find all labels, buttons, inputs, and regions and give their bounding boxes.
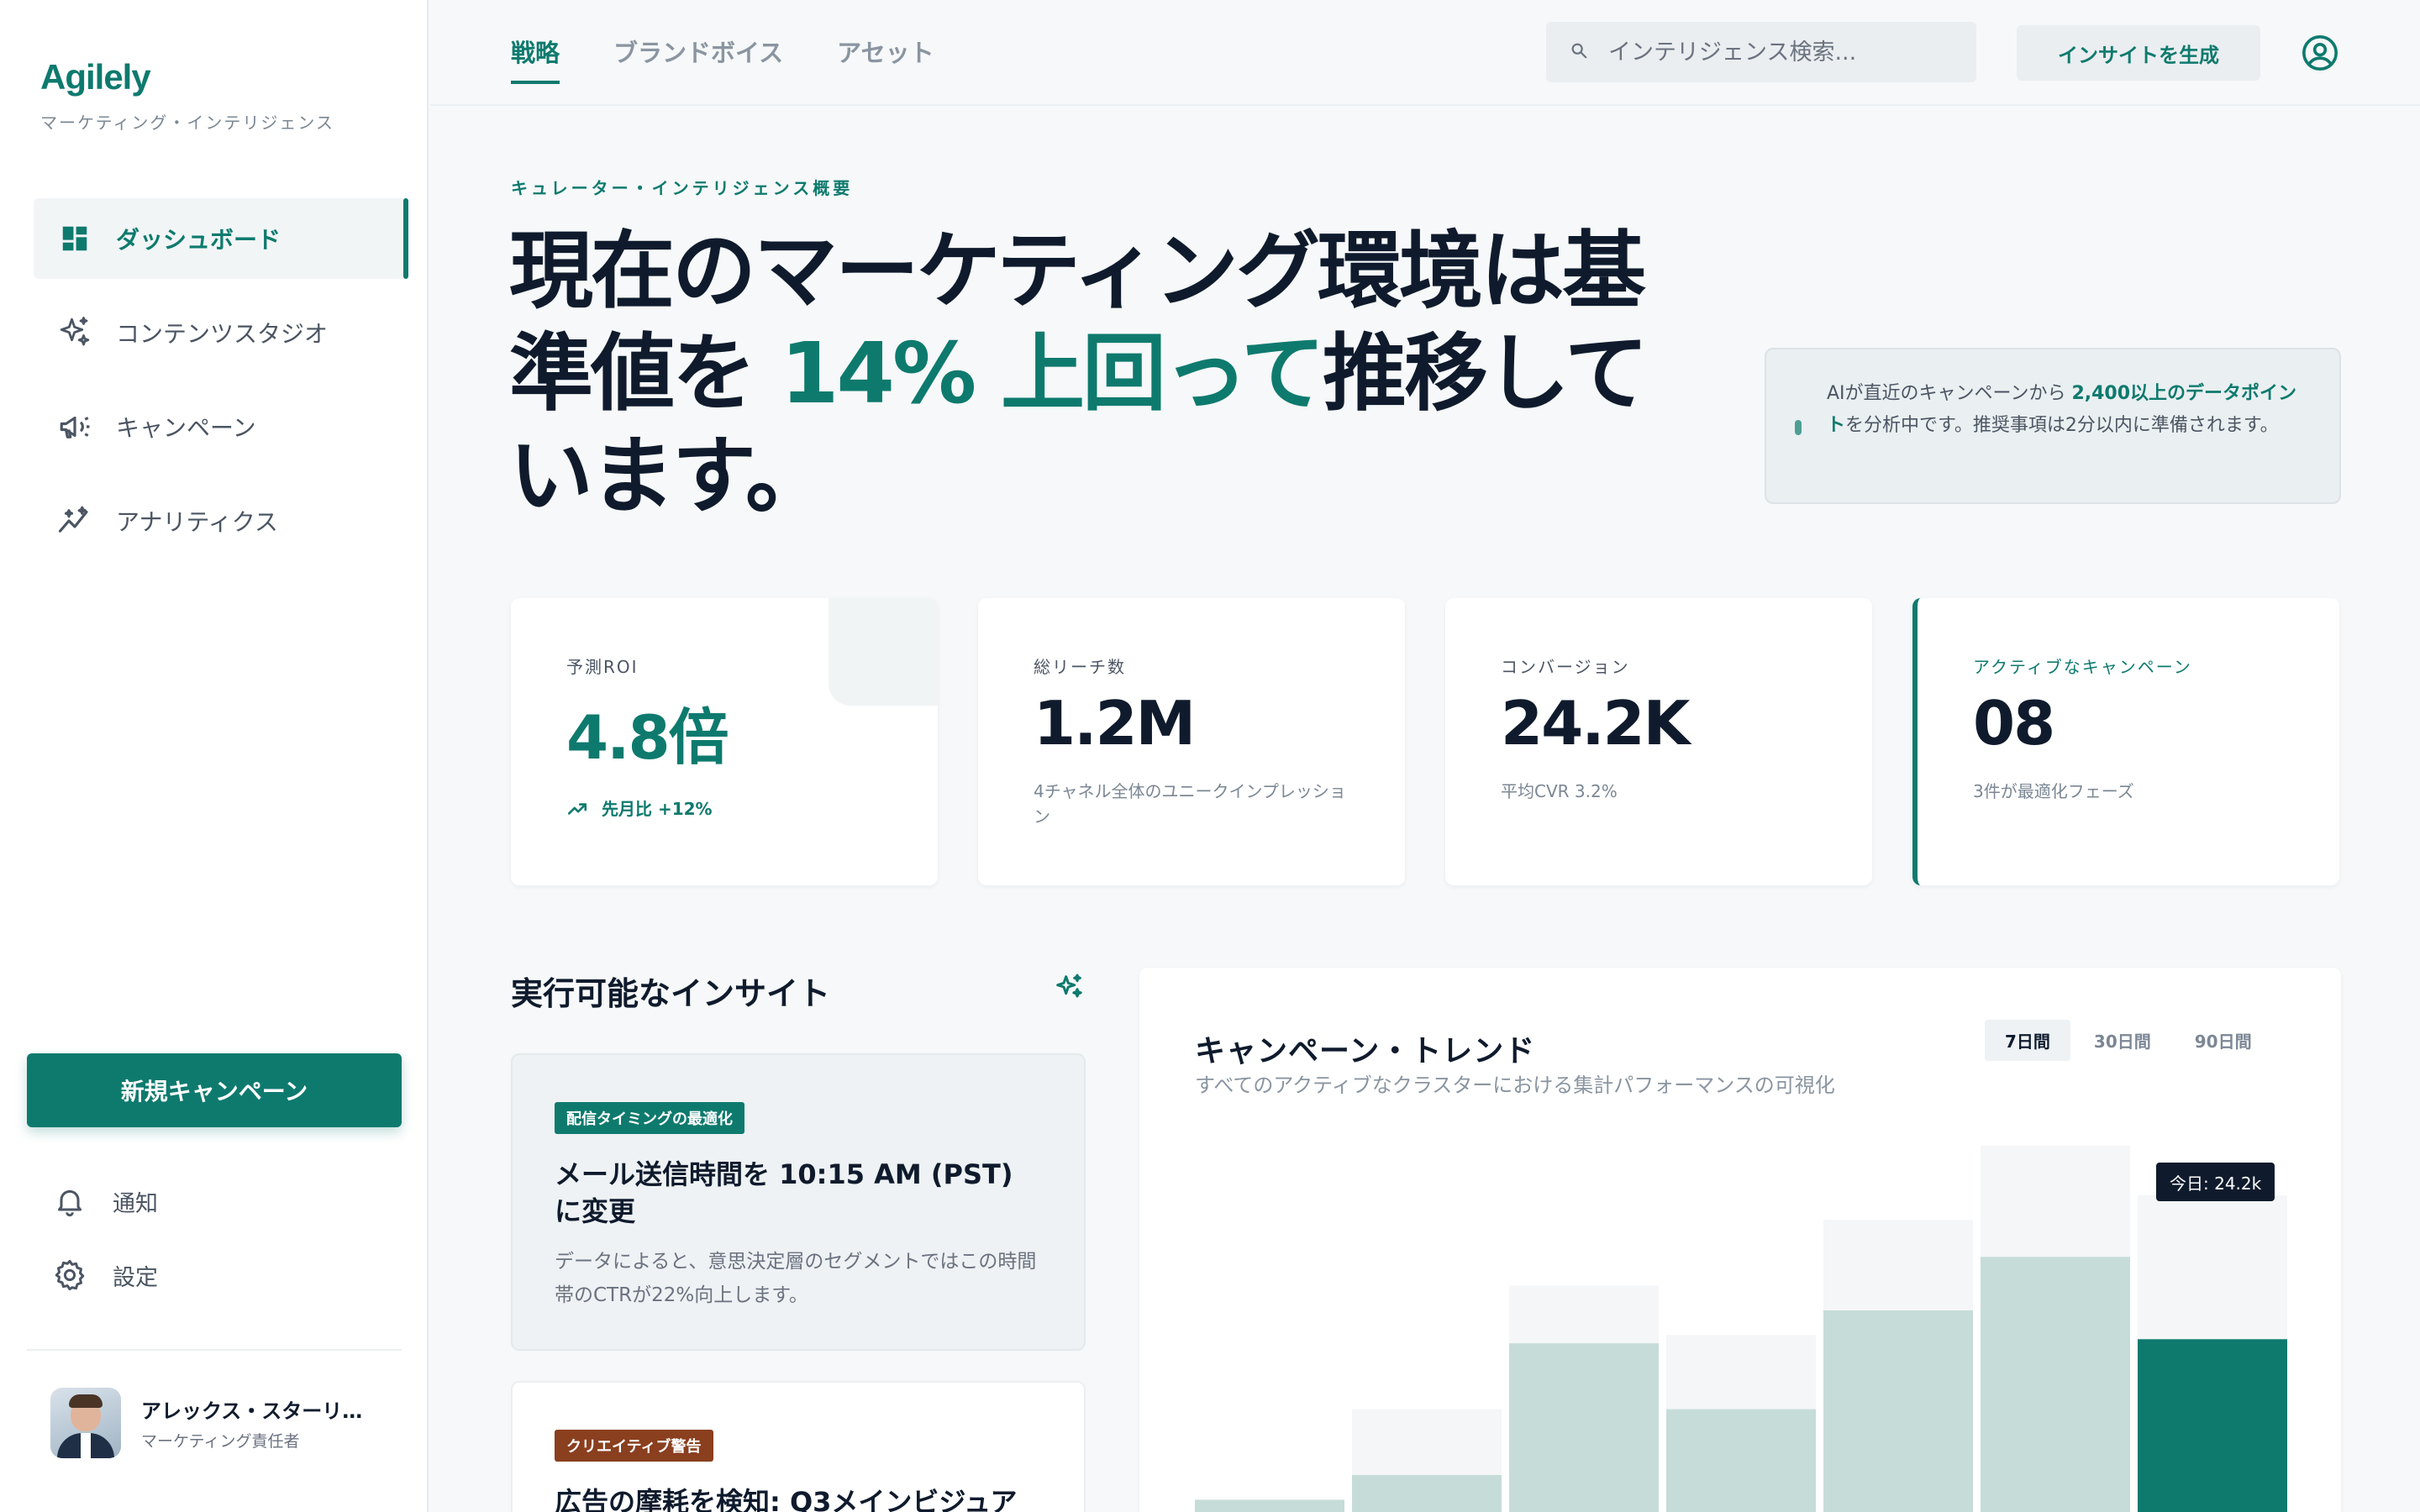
settings-label: 設定 bbox=[113, 1264, 158, 1291]
bell-icon bbox=[50, 1184, 89, 1218]
stat-note: 4チャネル全体のユニークインプレッション bbox=[1034, 781, 1346, 827]
insight-title: メール送信時間を 10:15 AM (PST) に変更 bbox=[555, 1158, 1013, 1227]
gear-icon bbox=[50, 1257, 89, 1293]
trend-bar-chart bbox=[1195, 1146, 2287, 1512]
tab-assets[interactable]: アセット bbox=[837, 34, 934, 84]
insight-card-timing[interactable]: 配信タイミングの最適化 メール送信時間を 10:15 AM (PST) に変更 … bbox=[511, 1053, 1086, 1351]
stat-card-roi[interactable]: 予測ROI 4.8倍 先月比 +12% bbox=[511, 598, 938, 885]
stat-card-conversions[interactable]: コンバージョン 24.2K 平均CVR 3.2% bbox=[1445, 598, 1872, 885]
notifications-link[interactable]: 通知 bbox=[50, 1176, 387, 1226]
profile-role: マーケティング責任者 bbox=[141, 1432, 300, 1451]
generate-insights-button[interactable]: インサイトを生成 bbox=[2017, 25, 2260, 81]
sidebar-item-dashboard[interactable]: ダッシュボード bbox=[34, 198, 408, 279]
sparkles-icon[interactable] bbox=[1052, 971, 1086, 1008]
chart-bar[interactable] bbox=[1666, 1409, 1816, 1512]
stat-label: アクティブなキャンペーン bbox=[1973, 657, 2192, 677]
tab-brand-voice[interactable]: ブランドボイス bbox=[613, 34, 783, 84]
stat-note-text: 先月比 +12% bbox=[602, 799, 713, 819]
chart-bar[interactable] bbox=[1195, 1499, 1344, 1512]
search-input[interactable] bbox=[1608, 39, 1961, 66]
stat-value: 4.8倍 bbox=[566, 702, 729, 773]
stat-card-reach[interactable]: 総リーチ数 1.2M 4チャネル全体のユニークインプレッション bbox=[978, 598, 1405, 885]
user-profile[interactable]: アレックス・スターリング マーケティング責任者 bbox=[50, 1388, 368, 1458]
ai-notice-text: AIが直近のキャンペーンから bbox=[1827, 383, 2066, 404]
stat-label: コンバージョン bbox=[1501, 657, 1630, 677]
overview-eyebrow: キュレーター・インテリジェンス概要 bbox=[511, 178, 854, 198]
profile-name: アレックス・スターリング bbox=[141, 1399, 368, 1423]
search-icon bbox=[1570, 41, 1588, 63]
dashboard-icon bbox=[55, 219, 94, 258]
chart-title: キャンペーン・トレンド bbox=[1195, 1034, 1536, 1068]
trending-up-icon bbox=[566, 798, 588, 820]
sidebar-item-content-studio[interactable]: コンテンツスタジオ bbox=[34, 292, 408, 373]
stat-label: 総リーチ数 bbox=[1034, 657, 1126, 677]
time-range-selector: 7日間 30日間 90日間 bbox=[1985, 1020, 2275, 1061]
chart-subtitle: すべてのアクティブなクラスターにおける集計パフォーマンスの可視化 bbox=[1195, 1074, 1835, 1097]
status-indicator bbox=[1795, 420, 1802, 435]
avatar bbox=[50, 1388, 121, 1458]
sidebar-item-campaigns[interactable]: キャンペーン bbox=[34, 386, 408, 467]
search-box[interactable] bbox=[1546, 22, 1976, 82]
insight-tag: 配信タイミングの最適化 bbox=[555, 1102, 744, 1134]
stat-note: 3件が最適化フェーズ bbox=[1973, 781, 2134, 801]
chart-tooltip: 今日: 24.2k bbox=[2156, 1163, 2275, 1201]
stat-card-active-campaigns[interactable]: アクティブなキャンペーン 08 3件が最適化フェーズ bbox=[1912, 598, 2339, 885]
sidebar-item-label: コンテンツスタジオ bbox=[116, 320, 329, 348]
top-tabs: 戦略 ブランドボイス アセット bbox=[511, 34, 988, 84]
sidebar-item-label: アナリティクス bbox=[116, 508, 278, 536]
stat-value: 24.2K bbox=[1501, 688, 1690, 759]
stat-note: 平均CVR 3.2% bbox=[1501, 781, 1618, 801]
sidebar-divider bbox=[27, 1349, 402, 1351]
stat-note: 先月比 +12% bbox=[566, 796, 882, 822]
analytics-icon bbox=[55, 501, 94, 540]
brand-subtitle: マーケティング・インテリジェンス bbox=[40, 113, 334, 133]
chart-bar-today[interactable] bbox=[2138, 1339, 2287, 1512]
ai-analysis-notice: AIが直近のキャンペーンから 2,400以上のデータポイントを分析中です。推奨事… bbox=[1765, 348, 2341, 504]
chart-bar[interactable] bbox=[1981, 1257, 2130, 1512]
new-campaign-button[interactable]: 新規キャンペーン bbox=[27, 1053, 402, 1127]
stat-value: 08 bbox=[1973, 688, 2055, 759]
insight-tag: クリエイティブ警告 bbox=[555, 1430, 713, 1462]
notifications-label: 通知 bbox=[113, 1190, 158, 1217]
campaign-trend-panel: キャンペーン・トレンド すべてのアクティブなクラスターにおける集計パフォーマンス… bbox=[1139, 968, 2341, 1512]
chart-bar[interactable] bbox=[1823, 1310, 1973, 1512]
settings-link[interactable]: 設定 bbox=[50, 1250, 387, 1300]
sparkles-icon bbox=[55, 313, 94, 352]
insight-card-creative[interactable]: クリエイティブ警告 広告の摩耗を検知: Q3メインビジュアル bbox=[511, 1381, 1086, 1512]
ai-notice-text-end: を分析中です。推奨事項は2分以内に準備されます。 bbox=[1845, 415, 2279, 436]
chart-bar[interactable] bbox=[1352, 1475, 1502, 1512]
stat-value: 1.2M bbox=[1034, 688, 1196, 759]
user-account-icon[interactable] bbox=[2301, 34, 2339, 72]
chart-bar[interactable] bbox=[1509, 1343, 1659, 1512]
page-headline: 現在のマーケティング環境は基準値を 14% 上回って推移しています。 bbox=[509, 220, 1711, 528]
sidebar-item-analytics[interactable]: アナリティクス bbox=[34, 480, 408, 561]
sidebar: Agilely マーケティング・インテリジェンス ダッシュボード コンテンツスタ… bbox=[0, 0, 429, 1512]
card-decoration bbox=[829, 598, 938, 706]
headline-highlight: 14% 上回って bbox=[780, 324, 1325, 423]
insights-title: 実行可能なインサイト bbox=[511, 975, 831, 1012]
sidebar-item-label: キャンペーン bbox=[116, 414, 256, 442]
tab-strategy[interactable]: 戦略 bbox=[511, 34, 560, 84]
brand-logo[interactable]: Agilely bbox=[40, 57, 151, 97]
range-30d-button[interactable]: 30日間 bbox=[2074, 1020, 2171, 1061]
megaphone-icon bbox=[55, 407, 94, 446]
insight-title: 広告の摩耗を検知: Q3メインビジュアル bbox=[555, 1486, 1018, 1512]
insight-description: データによると、意思決定層のセグメントではこの時間帯のCTRが22%向上します。 bbox=[555, 1251, 1037, 1306]
range-90d-button[interactable]: 90日間 bbox=[2175, 1020, 2272, 1061]
range-7d-button[interactable]: 7日間 bbox=[1985, 1020, 2070, 1061]
top-bar: 戦略 ブランドボイス アセット インサイトを生成 bbox=[430, 0, 2420, 106]
sidebar-nav: ダッシュボード コンテンツスタジオ キャンペーン アナリティクス bbox=[34, 198, 408, 575]
sidebar-item-label: ダッシュボード bbox=[116, 226, 281, 254]
